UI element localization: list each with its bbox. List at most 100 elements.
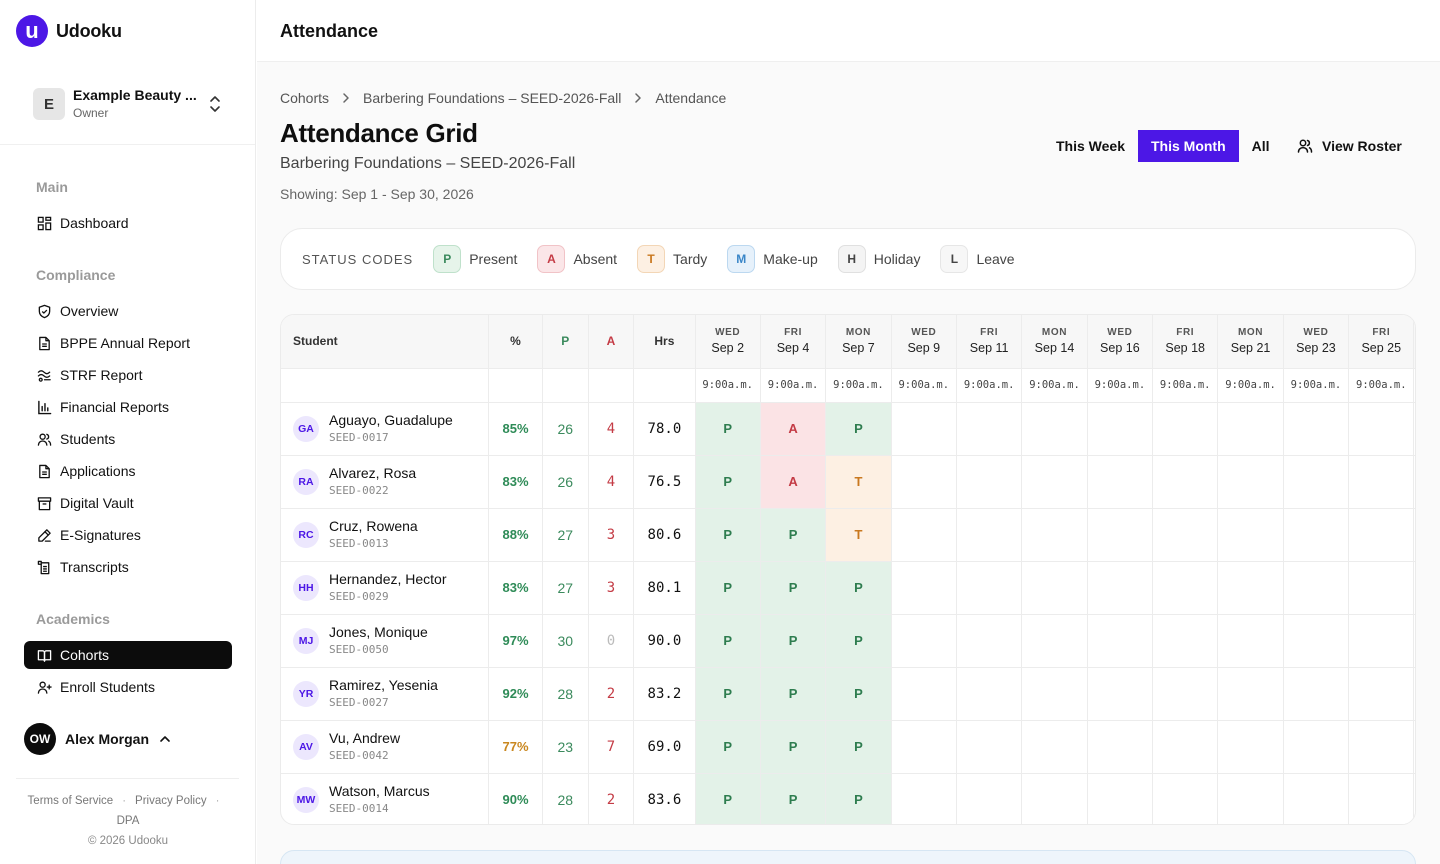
attendance-cell-empty[interactable] <box>1087 508 1154 562</box>
sidebar-item-transcripts[interactable]: Transcripts <box>24 553 232 581</box>
attendance-cell-empty[interactable] <box>1283 614 1350 668</box>
attendance-cell[interactable]: P <box>695 561 761 615</box>
table-row[interactable]: RA Alvarez, Rosa SEED-0022 83% 26 4 76.5 P A T <box>281 455 1415 509</box>
attendance-cell-empty[interactable] <box>1217 667 1284 721</box>
attendance-cell-empty[interactable] <box>1413 508 1415 562</box>
attendance-cell-empty[interactable] <box>1413 773 1415 824</box>
attendance-cell-empty[interactable] <box>1021 455 1088 509</box>
column-header-date[interactable]: MONSep 2 <box>1413 315 1415 369</box>
table-row[interactable]: AV Vu, Andrew SEED-0042 77% 23 7 69.0 P P P <box>281 720 1415 774</box>
attendance-cell-empty[interactable] <box>891 508 957 562</box>
tab-this-week[interactable]: This Week <box>1043 130 1138 162</box>
tab-all[interactable]: All <box>1239 130 1283 162</box>
attendance-cell-empty[interactable] <box>1217 561 1284 615</box>
attendance-cell-empty[interactable] <box>956 773 1023 824</box>
attendance-cell-empty[interactable] <box>1348 667 1415 721</box>
student-cell[interactable]: MW Watson, Marcus SEED-0014 <box>281 773 490 824</box>
attendance-cell-empty[interactable] <box>1217 720 1284 774</box>
attendance-cell-empty[interactable] <box>956 561 1023 615</box>
sidebar-item-students[interactable]: Students <box>24 425 232 453</box>
attendance-cell-empty[interactable] <box>1152 508 1219 562</box>
attendance-cell-empty[interactable] <box>1021 402 1088 456</box>
column-header-date[interactable]: WED Sep 23 <box>1283 315 1350 369</box>
student-cell[interactable]: MJ Jones, Monique SEED-0050 <box>281 614 490 668</box>
sidebar-item-applications[interactable]: Applications <box>24 457 232 485</box>
column-header-date[interactable]: MON Sep 7 <box>825 315 892 369</box>
attendance-cell-empty[interactable] <box>1087 561 1154 615</box>
column-header-date[interactable]: WED Sep 16 <box>1087 315 1154 369</box>
sidebar-item-strf-report[interactable]: STRF Report <box>24 361 232 389</box>
attendance-cell-empty[interactable] <box>891 561 957 615</box>
column-header-student[interactable]: Student <box>281 315 490 369</box>
attendance-cell-empty[interactable] <box>1348 455 1415 509</box>
attendance-cell[interactable]: P <box>760 508 827 562</box>
attendance-cell-empty[interactable] <box>1348 561 1415 615</box>
sidebar-item-bppe-annual-report[interactable]: BPPE Annual Report <box>24 329 232 357</box>
attendance-cell-empty[interactable] <box>1021 561 1088 615</box>
attendance-cell[interactable]: P <box>760 561 827 615</box>
attendance-cell-empty[interactable] <box>956 508 1023 562</box>
attendance-cell-empty[interactable] <box>1283 773 1350 824</box>
attendance-cell-empty[interactable] <box>1283 508 1350 562</box>
attendance-cell-empty[interactable] <box>891 720 957 774</box>
attendance-cell-empty[interactable] <box>1021 614 1088 668</box>
attendance-cell-empty[interactable] <box>1217 402 1284 456</box>
column-header-percent[interactable]: % <box>488 315 543 369</box>
attendance-cell-empty[interactable] <box>1087 614 1154 668</box>
sidebar-item-dashboard[interactable]: Dashboard <box>24 209 232 237</box>
attendance-cell-empty[interactable] <box>1152 614 1219 668</box>
attendance-cell[interactable]: P <box>825 720 892 774</box>
breadcrumb-cohorts[interactable]: Cohorts <box>280 90 329 106</box>
sidebar-item-cohorts[interactable]: Cohorts <box>24 641 232 669</box>
attendance-cell-empty[interactable] <box>956 720 1023 774</box>
attendance-cell-empty[interactable] <box>1348 720 1415 774</box>
column-header-hours[interactable]: Hrs <box>633 315 696 369</box>
attendance-cell[interactable]: P <box>825 773 892 824</box>
attendance-cell-empty[interactable] <box>956 402 1023 456</box>
attendance-cell-empty[interactable] <box>956 455 1023 509</box>
attendance-cell[interactable]: P <box>695 402 761 456</box>
sidebar-item-digital-vault[interactable]: Digital Vault <box>24 489 232 517</box>
attendance-cell[interactable]: P <box>825 614 892 668</box>
sidebar-item-financial-reports[interactable]: Financial Reports <box>24 393 232 421</box>
attendance-cell-empty[interactable] <box>1283 561 1350 615</box>
attendance-cell[interactable]: A <box>760 402 827 456</box>
attendance-cell-empty[interactable] <box>891 773 957 824</box>
table-row[interactable]: GA Aguayo, Guadalupe SEED-0017 85% 26 4 78.0 P A… <box>281 402 1415 456</box>
attendance-cell-empty[interactable] <box>1087 402 1154 456</box>
attendance-cell[interactable]: T <box>825 508 892 562</box>
attendance-cell[interactable]: P <box>760 720 827 774</box>
attendance-cell-empty[interactable] <box>1217 614 1284 668</box>
student-cell[interactable]: HH Hernandez, Hector SEED-0029 <box>281 561 490 615</box>
attendance-cell-empty[interactable] <box>1021 720 1088 774</box>
student-cell[interactable]: RC Cruz, Rowena SEED-0013 <box>281 508 490 562</box>
attendance-cell[interactable]: P <box>695 508 761 562</box>
attendance-cell-empty[interactable] <box>891 455 957 509</box>
attendance-cell-empty[interactable] <box>1217 773 1284 824</box>
attendance-cell-empty[interactable] <box>1413 455 1415 509</box>
attendance-cell-empty[interactable] <box>1152 402 1219 456</box>
attendance-cell[interactable]: P <box>825 667 892 721</box>
attendance-cell[interactable]: P <box>760 773 827 824</box>
sidebar-item-enroll-students[interactable]: Enroll Students <box>24 673 232 701</box>
sidebar-item-overview[interactable]: Overview <box>24 297 232 325</box>
sidebar-item-e-signatures[interactable]: E-Signatures <box>24 521 232 549</box>
column-header-date[interactable]: FRI Sep 11 <box>956 315 1023 369</box>
student-cell[interactable]: YR Ramirez, Yesenia SEED-0027 <box>281 667 490 721</box>
attendance-cell-empty[interactable] <box>1413 614 1415 668</box>
attendance-cell-empty[interactable] <box>1348 614 1415 668</box>
attendance-cell-empty[interactable] <box>1283 720 1350 774</box>
attendance-cell-empty[interactable] <box>1087 773 1154 824</box>
attendance-cell-empty[interactable] <box>1152 561 1219 615</box>
attendance-cell[interactable]: P <box>825 402 892 456</box>
attendance-cell-empty[interactable] <box>1283 402 1350 456</box>
attendance-cell-empty[interactable] <box>1413 667 1415 721</box>
column-header-present[interactable]: P <box>542 315 589 369</box>
attendance-cell-empty[interactable] <box>1348 773 1415 824</box>
user-menu[interactable]: OW Alex Morgan <box>24 723 171 755</box>
attendance-cell[interactable]: A <box>760 455 827 509</box>
brand[interactable]: u Udooku <box>16 15 122 47</box>
column-header-date[interactable]: MON Sep 14 <box>1021 315 1088 369</box>
attendance-cell[interactable]: P <box>695 667 761 721</box>
column-header-date[interactable]: WED Sep 9 <box>891 315 957 369</box>
